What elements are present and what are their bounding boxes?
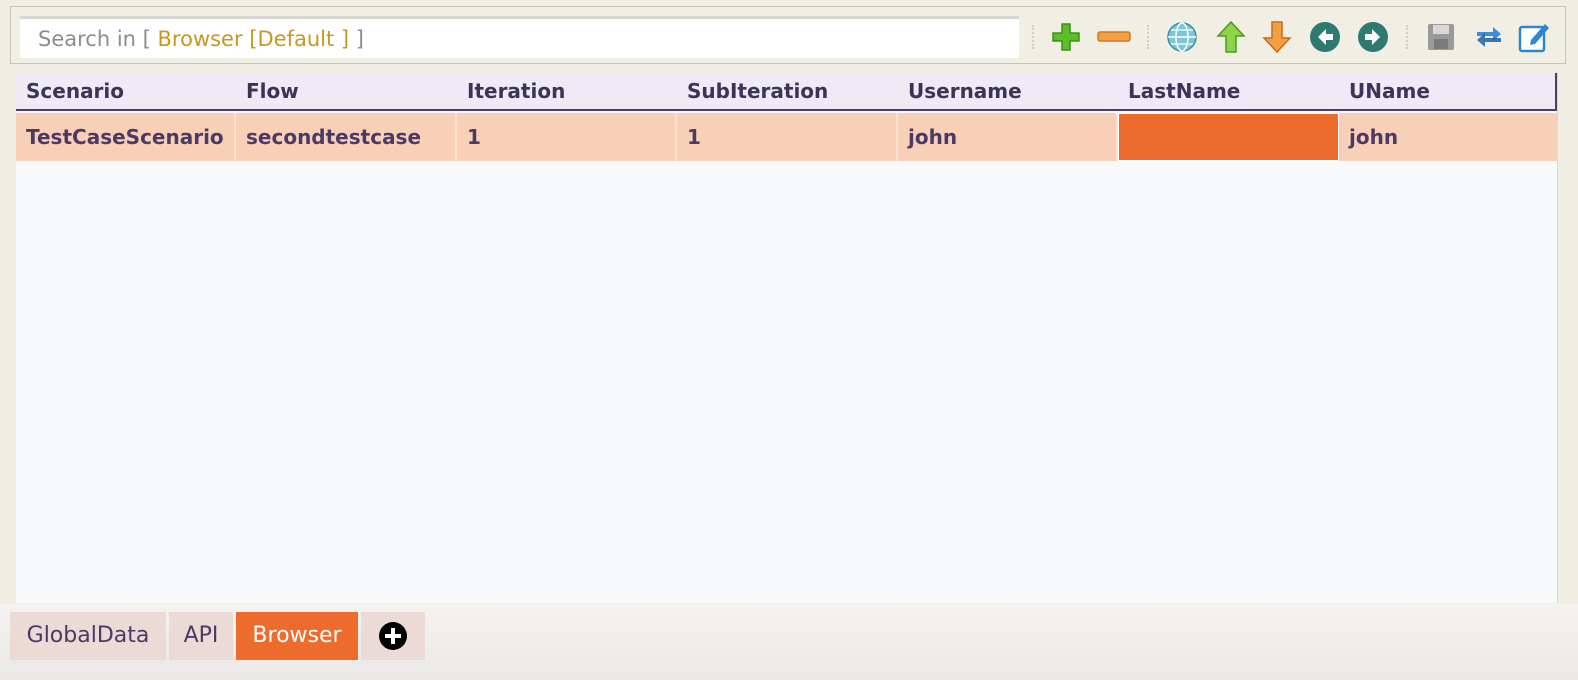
cell-uname[interactable]: john: [1339, 113, 1557, 161]
tab-globaldata[interactable]: GlobalData: [10, 612, 166, 660]
column-header-subiteration[interactable]: SubIteration: [677, 73, 898, 109]
data-grid: Scenario Flow Iteration SubIteration Use…: [16, 73, 1558, 603]
move-up-icon[interactable]: [1214, 20, 1248, 54]
search-suffix: ]: [349, 26, 364, 51]
move-down-icon[interactable]: [1260, 20, 1294, 54]
column-header-iteration[interactable]: Iteration: [457, 73, 677, 109]
cell-iteration[interactable]: 1: [457, 113, 677, 161]
globe-icon[interactable]: [1165, 20, 1199, 54]
remove-icon[interactable]: [1097, 20, 1131, 54]
search-scope: Browser [Default ]: [157, 26, 350, 51]
cell-subiteration[interactable]: 1: [677, 113, 898, 161]
tab-browser[interactable]: Browser: [236, 612, 358, 660]
save-icon[interactable]: [1424, 20, 1458, 54]
add-icon[interactable]: [1049, 20, 1083, 54]
add-tab-button[interactable]: [361, 612, 425, 660]
cell-username[interactable]: john: [898, 113, 1118, 161]
cell-scenario[interactable]: TestCaseScenario: [16, 113, 236, 161]
toolbar: Search in [ Browser [Default ] ]: [10, 6, 1566, 64]
toolbar-separator: [1406, 25, 1408, 49]
column-header-scenario[interactable]: Scenario: [16, 73, 236, 109]
column-header-flow[interactable]: Flow: [236, 73, 457, 109]
toolbar-separator: [1147, 25, 1149, 49]
arrow-right-icon[interactable]: [1356, 20, 1390, 54]
column-header-username[interactable]: Username: [898, 73, 1118, 109]
sheet-tab-bar: GlobalData API Browser: [0, 604, 1578, 680]
column-header-uname[interactable]: UName: [1339, 73, 1557, 109]
swap-icon[interactable]: [1472, 20, 1506, 54]
arrow-left-icon[interactable]: [1308, 20, 1342, 54]
tab-api[interactable]: API: [169, 612, 233, 660]
table-header: Scenario Flow Iteration SubIteration Use…: [16, 73, 1557, 111]
toolbar-separator: [1032, 25, 1034, 49]
add-circle-icon: [379, 622, 407, 650]
cell-lastname-selected[interactable]: [1118, 113, 1339, 161]
search-input[interactable]: Search in [ Browser [Default ] ]: [20, 16, 1019, 58]
search-prefix: Search in [: [38, 26, 158, 51]
cell-flow[interactable]: secondtestcase: [236, 113, 457, 161]
edit-icon[interactable]: [1517, 20, 1551, 54]
column-header-lastname[interactable]: LastName: [1118, 73, 1339, 109]
table-row[interactable]: TestCaseScenario secondtestcase 1 1 john…: [16, 113, 1557, 161]
